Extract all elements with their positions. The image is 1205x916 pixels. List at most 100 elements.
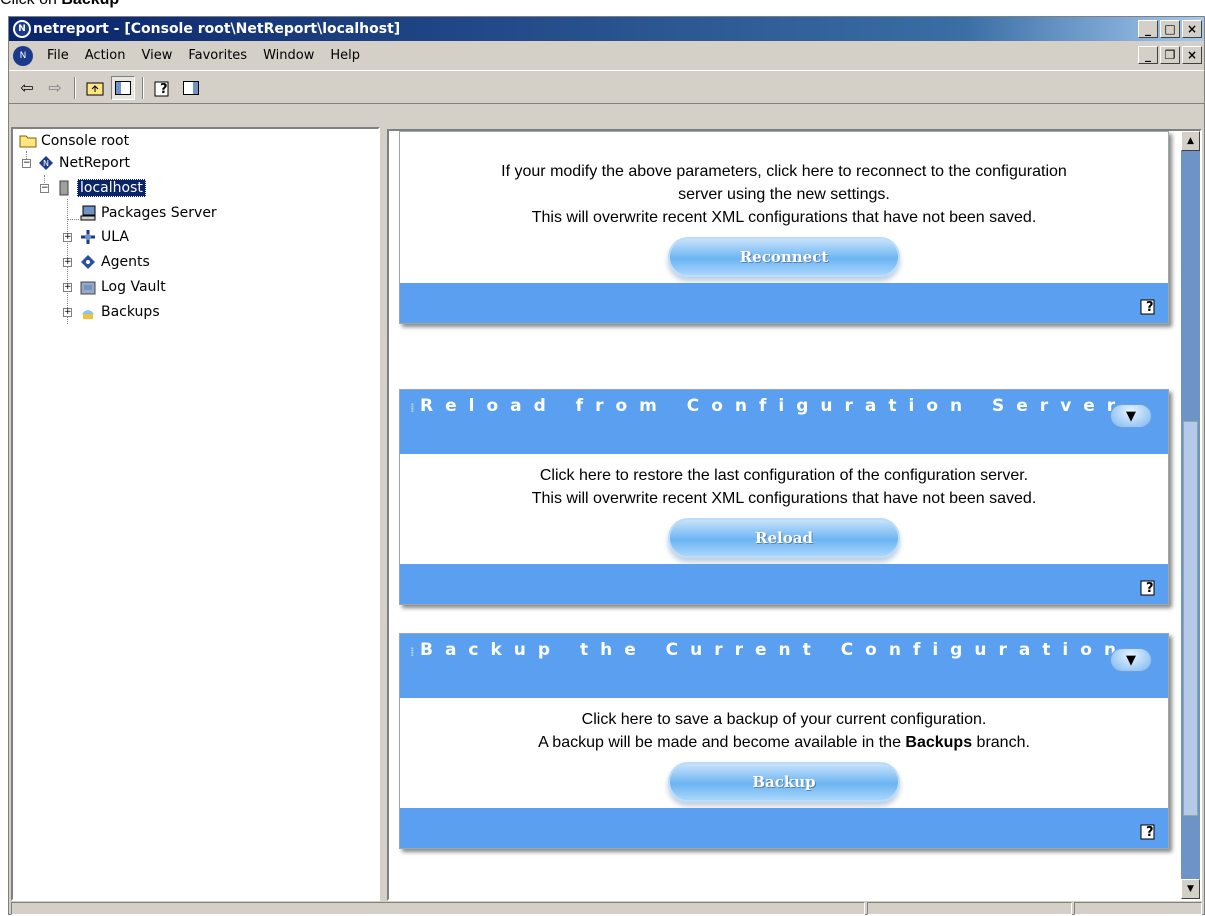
backup-panel: ⁞ Backup the Current Configuration ▼ Cli…	[399, 633, 1169, 849]
backup-footer: ?	[400, 808, 1168, 848]
backup-text-bold: Backups	[905, 734, 973, 751]
forward-icon[interactable]: ⇨	[43, 76, 67, 100]
expand-toggle[interactable]: +	[63, 283, 72, 292]
tree-label: Packages Server	[101, 205, 217, 221]
menu-help[interactable]: Help	[322, 48, 368, 63]
tree-item-log-vault[interactable]: Log Vault	[79, 279, 166, 295]
ula-icon	[79, 229, 97, 245]
scroll-thumb[interactable]	[1183, 421, 1198, 816]
drag-grip-icon: ⁞	[410, 401, 415, 415]
up-folder-icon[interactable]	[83, 76, 107, 100]
reconnect-panel: If your modify the above parameters, cli…	[399, 131, 1169, 324]
tree-label: ULA	[101, 229, 129, 245]
netreport-icon: N	[37, 155, 55, 171]
toolbar-separator	[142, 76, 144, 99]
svg-text:?: ?	[160, 82, 168, 97]
status-bar	[9, 901, 1204, 916]
expand-toggle[interactable]: +	[63, 233, 72, 242]
backup-text-part: A backup will be made and become availab…	[538, 734, 906, 751]
svg-text:?: ?	[1146, 300, 1154, 315]
reload-text-line: This will overwrite recent XML configura…	[531, 490, 1037, 507]
child-window-controls: _ ❐ ×	[1138, 46, 1202, 64]
caption-bold-text: Backup	[61, 0, 119, 8]
menu-action[interactable]: Action	[77, 48, 134, 63]
tree-label: NetReport	[59, 155, 130, 171]
reload-button[interactable]: Reload	[668, 518, 900, 558]
tree-label: Log Vault	[101, 279, 166, 295]
backup-text-line: A backup will be made and become availab…	[408, 731, 1160, 754]
collapse-chevron-icon[interactable]: ▼	[1110, 648, 1152, 672]
backup-text-line: Click here to save a backup of your curr…	[581, 711, 987, 728]
collapse-chevron-icon[interactable]: ▼	[1110, 404, 1152, 428]
tree-label: Agents	[101, 254, 150, 270]
help-icon[interactable]: ?	[151, 76, 175, 100]
close-button[interactable]: ×	[1182, 20, 1202, 38]
reload-footer: ?	[400, 564, 1168, 604]
menu-bar: N File Action View Favorites Window Help…	[9, 41, 1204, 71]
reconnect-text-line: If your modify the above parameters, cli…	[501, 163, 1067, 180]
mmc-window: N netreport - [Console root\NetReport\lo…	[8, 16, 1205, 915]
tree-label-selected: localhost	[77, 179, 146, 197]
help-icon[interactable]: ?	[1140, 578, 1158, 600]
tree-item-localhost[interactable]: localhost	[55, 179, 146, 197]
reconnect-text-line: server using the new settings.	[678, 186, 890, 203]
reconnect-text-line: This will overwrite recent XML configura…	[531, 209, 1037, 226]
scroll-up-icon[interactable]: ▲	[1181, 131, 1200, 151]
tree-label: Backups	[101, 304, 160, 320]
child-minimize-button[interactable]: _	[1138, 46, 1158, 64]
child-restore-button[interactable]: ❐	[1160, 46, 1180, 64]
collapse-toggle[interactable]: −	[40, 184, 49, 193]
svg-text:?: ?	[1146, 581, 1154, 596]
reload-header: ⁞ Reload from Configuration Server ▼	[400, 390, 1168, 454]
console-icon[interactable]: N	[13, 45, 33, 66]
reload-body: Click here to restore the last configura…	[400, 454, 1168, 564]
reconnect-body: If your modify the above parameters, cli…	[400, 132, 1168, 283]
expand-toggle[interactable]: +	[63, 258, 72, 267]
expand-toggle[interactable]: +	[63, 308, 72, 317]
svg-text:N: N	[43, 159, 49, 168]
folder-icon	[19, 133, 37, 149]
backup-button[interactable]: Backup	[668, 762, 900, 802]
vertical-scrollbar[interactable]: ▲ ▼	[1181, 131, 1200, 899]
tree-item-netreport[interactable]: N NetReport	[37, 155, 130, 171]
status-pane-main	[11, 902, 866, 915]
menu-file[interactable]: File	[39, 48, 77, 63]
minimize-button[interactable]: _	[1138, 20, 1158, 38]
title-bar[interactable]: N netreport - [Console root\NetReport\lo…	[9, 17, 1204, 41]
tree-item-console-root[interactable]: Console root	[19, 133, 129, 149]
backup-title: Backup the Current Configuration	[420, 640, 1129, 660]
child-close-button[interactable]: ×	[1182, 46, 1202, 64]
netreport-app-icon: N	[13, 20, 31, 38]
menu-window[interactable]: Window	[255, 48, 322, 63]
status-pane	[1074, 902, 1202, 915]
maximize-button[interactable]: □	[1160, 20, 1180, 38]
backup-body: Click here to save a backup of your curr…	[400, 698, 1168, 808]
collapse-toggle[interactable]: −	[22, 159, 31, 168]
log-vault-icon	[79, 279, 97, 295]
scroll-down-icon[interactable]: ▼	[1181, 879, 1200, 899]
reload-text-line: Click here to restore the last configura…	[539, 467, 1029, 484]
reconnect-button[interactable]: Reconnect	[668, 237, 900, 277]
backup-text-part: branch.	[972, 734, 1030, 751]
help-icon[interactable]: ?	[1140, 297, 1158, 319]
details-pane: If your modify the above parameters, cli…	[387, 129, 1202, 901]
tree-item-backups[interactable]: Backups	[79, 304, 160, 320]
backup-header: ⁞ Backup the Current Configuration ▼	[400, 634, 1168, 698]
backups-icon	[79, 304, 97, 320]
instruction-caption: Click on Backup	[0, 0, 119, 11]
reconnect-footer: ?	[400, 283, 1168, 323]
caption-text: Click on	[0, 0, 61, 8]
toolbar-separator	[74, 76, 76, 99]
show-tree-icon[interactable]	[111, 75, 135, 100]
back-icon[interactable]: ⇦	[15, 76, 39, 100]
console-tree: Console root − N NetReport − localhost P…	[11, 127, 380, 901]
tree-item-ula[interactable]: ULA	[79, 229, 129, 245]
agents-icon	[79, 254, 97, 270]
menu-favorites[interactable]: Favorites	[180, 48, 255, 63]
help-icon[interactable]: ?	[1140, 822, 1158, 844]
window-title: netreport - [Console root\NetReport\loca…	[33, 21, 401, 37]
action-pane-icon[interactable]	[179, 76, 203, 100]
menu-view[interactable]: View	[133, 48, 180, 63]
tree-item-packages-server[interactable]: Packages Server	[79, 205, 217, 221]
tree-item-agents[interactable]: Agents	[79, 254, 150, 270]
